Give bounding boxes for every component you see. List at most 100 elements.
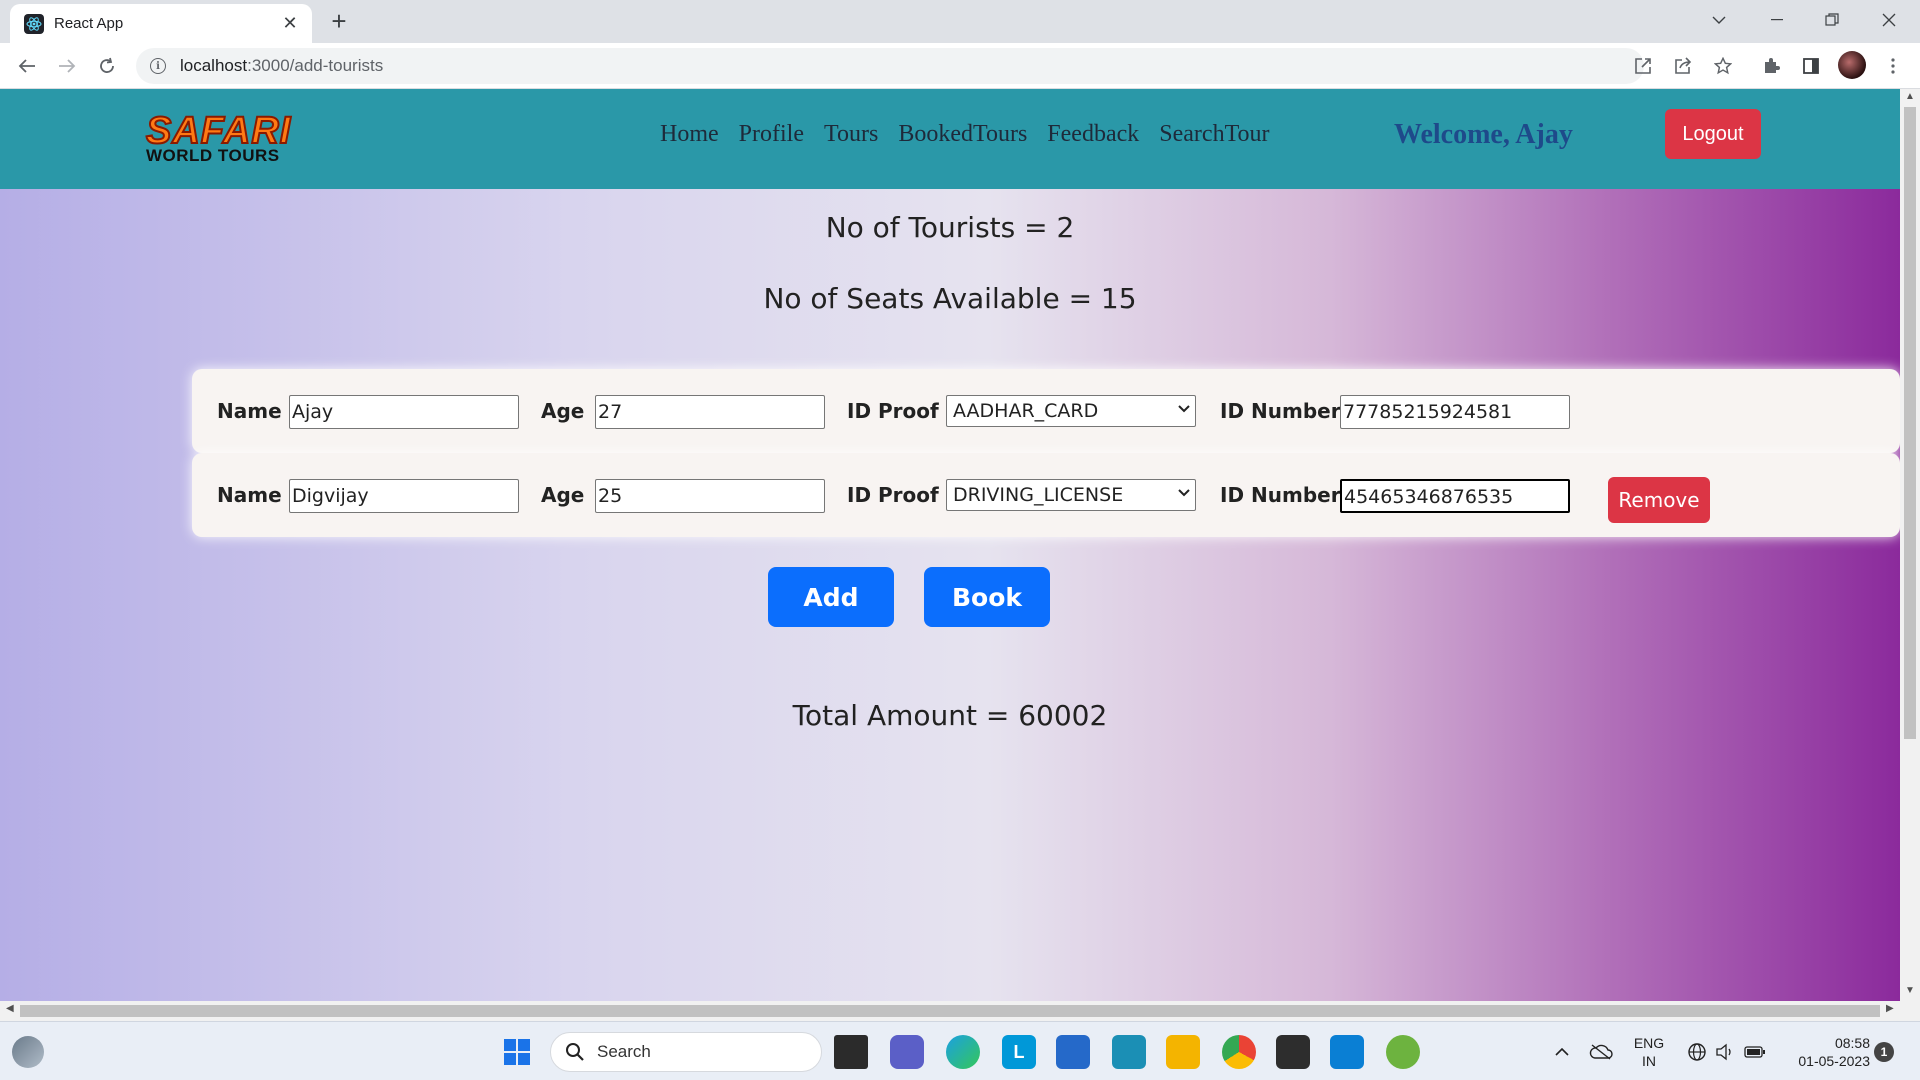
tab-title: React App	[54, 15, 124, 32]
chevron-down-icon	[1177, 482, 1191, 511]
tourist-row: Name Digvijay Age 25 ID Proof DRIVING_LI…	[192, 453, 1900, 537]
l-app-icon[interactable]: L	[1002, 1035, 1036, 1069]
name-input[interactable]: Digvijay	[289, 479, 519, 513]
age-input[interactable]: 27	[595, 395, 825, 429]
onedrive-offline-icon[interactable]	[1584, 1035, 1618, 1069]
welcome-text: Welcome, Ajay	[1394, 119, 1573, 150]
chrome-icon[interactable]	[1222, 1035, 1256, 1069]
restore-icon[interactable]	[1805, 0, 1859, 40]
name-label: Name	[217, 483, 282, 507]
id-proof-label: ID Proof	[847, 399, 939, 423]
taskbar-search[interactable]: Search	[550, 1032, 822, 1072]
nav-home[interactable]: Home	[660, 121, 719, 148]
language-indicator[interactable]: ENG IN	[1626, 1034, 1672, 1070]
id-number-input[interactable]: 45465346876535	[1340, 479, 1570, 513]
id-proof-select[interactable]: AADHAR_CARD	[946, 395, 1196, 427]
chevron-down-icon	[1177, 398, 1191, 427]
volume-icon[interactable]	[1708, 1035, 1742, 1069]
url-path: :3000/add-tourists	[247, 56, 384, 75]
share-icon[interactable]	[1670, 53, 1696, 79]
logo-line2: WORLD TOURS	[146, 146, 280, 165]
vertical-scroll-thumb[interactable]	[1904, 107, 1916, 739]
search-icon	[566, 1043, 584, 1061]
notification-badge[interactable]: 1	[1874, 1042, 1894, 1062]
open-in-app-icon[interactable]	[1630, 53, 1656, 79]
scroll-down-arrow-icon[interactable]: ▼	[1900, 985, 1920, 996]
battery-icon[interactable]	[1738, 1035, 1772, 1069]
taskbar-search-placeholder: Search	[597, 1042, 651, 1061]
weather-widget-icon[interactable]	[12, 1036, 44, 1068]
back-arrow-icon[interactable]	[12, 51, 42, 81]
id-number-label: ID Number	[1220, 483, 1341, 507]
name-input[interactable]: Ajay	[289, 395, 519, 429]
site-navbar: SAFARI WORLD TOURS Home Profile Tours Bo…	[0, 89, 1900, 189]
reload-icon[interactable]	[92, 51, 122, 81]
cortana-app-icon[interactable]	[1112, 1035, 1146, 1069]
logout-button[interactable]: Logout	[1665, 109, 1761, 159]
book-button[interactable]: Book	[924, 567, 1050, 627]
horizontal-scrollbar[interactable]: ◀ ▶	[0, 1001, 1920, 1021]
microsoft-store-icon[interactable]	[1056, 1035, 1090, 1069]
scroll-right-arrow-icon[interactable]: ▶	[1886, 1003, 1894, 1014]
page-viewport: SAFARI WORLD TOURS Home Profile Tours Bo…	[0, 89, 1900, 1001]
show-hidden-icons-chevron-icon[interactable]	[1545, 1035, 1579, 1069]
logo-line1: SAFARI	[145, 110, 292, 152]
url-host: localhost	[180, 56, 248, 75]
minimize-icon[interactable]	[1750, 0, 1804, 40]
address-bar[interactable]: i localhost:3000/add-tourists	[136, 48, 1644, 84]
id-proof-select[interactable]: DRIVING_LICENSE	[946, 479, 1196, 511]
age-label: Age	[541, 399, 585, 423]
more-menu-icon[interactable]	[1880, 53, 1906, 79]
side-panel-icon[interactable]	[1798, 53, 1824, 79]
clock[interactable]: 08:58 01-05-2023	[1778, 1034, 1870, 1070]
nav-tours[interactable]: Tours	[824, 121, 878, 148]
id-proof-value: AADHAR_CARD	[953, 400, 1099, 422]
age-input[interactable]: 25	[595, 479, 825, 513]
age-label: Age	[541, 483, 585, 507]
add-tourist-button[interactable]: Add	[768, 567, 894, 627]
profile-avatar-icon[interactable]	[1838, 51, 1866, 79]
new-tab-button[interactable]: +	[324, 6, 354, 36]
nav-feedback[interactable]: Feedback	[1047, 121, 1139, 148]
name-label: Name	[217, 399, 282, 423]
id-number-input[interactable]: 77785215924581	[1340, 395, 1570, 429]
nav-links: Home Profile Tours BookedTours Feedback …	[660, 121, 1290, 148]
clock-date: 01-05-2023	[1798, 1053, 1870, 1069]
id-proof-label: ID Proof	[847, 483, 939, 507]
tab-search-chevron-icon[interactable]	[1692, 0, 1746, 40]
language-region: IN	[1642, 1053, 1656, 1069]
task-view-icon[interactable]	[834, 1035, 868, 1069]
seats-available: No of Seats Available = 15	[763, 282, 1137, 315]
horizontal-scroll-thumb[interactable]	[20, 1005, 1880, 1017]
tab-close-icon[interactable]: ✕	[280, 13, 300, 34]
vscode-icon[interactable]	[1330, 1035, 1364, 1069]
nav-profile[interactable]: Profile	[739, 121, 804, 148]
teams-chat-icon[interactable]	[890, 1035, 924, 1069]
site-info-icon[interactable]: i	[150, 58, 166, 74]
id-proof-value: DRIVING_LICENSE	[953, 484, 1124, 506]
clock-time: 08:58	[1834, 1035, 1870, 1051]
id-number-label: ID Number	[1220, 399, 1341, 423]
remove-tourist-button[interactable]: Remove	[1608, 477, 1710, 523]
windows-start-icon[interactable]	[500, 1035, 534, 1069]
browser-titlebar: React App ✕ +	[0, 0, 1920, 43]
nav-booked-tours[interactable]: BookedTours	[898, 121, 1027, 148]
close-window-icon[interactable]	[1862, 0, 1916, 40]
spring-tool-icon[interactable]	[1386, 1035, 1420, 1069]
bookmark-star-icon[interactable]	[1710, 53, 1736, 79]
extensions-puzzle-icon[interactable]	[1758, 53, 1784, 79]
edge-browser-icon[interactable]	[946, 1035, 980, 1069]
vertical-scrollbar[interactable]: ▲ ▼	[1900, 89, 1920, 1001]
forward-arrow-icon[interactable]	[52, 51, 82, 81]
total-amount: Total Amount = 60002	[792, 699, 1108, 732]
browser-toolbar: i localhost:3000/add-tourists	[0, 43, 1920, 89]
language-code: ENG	[1633, 1035, 1665, 1051]
scroll-left-arrow-icon[interactable]: ◀	[6, 1003, 14, 1014]
react-favicon-icon	[24, 13, 44, 34]
terminal-icon[interactable]	[1276, 1035, 1310, 1069]
safari-logo[interactable]: SAFARI WORLD TOURS	[145, 110, 292, 165]
browser-tab[interactable]: React App ✕	[10, 4, 312, 43]
nav-search-tour[interactable]: SearchTour	[1159, 121, 1269, 148]
file-explorer-icon[interactable]	[1166, 1035, 1200, 1069]
scroll-up-arrow-icon[interactable]: ▲	[1900, 91, 1920, 102]
